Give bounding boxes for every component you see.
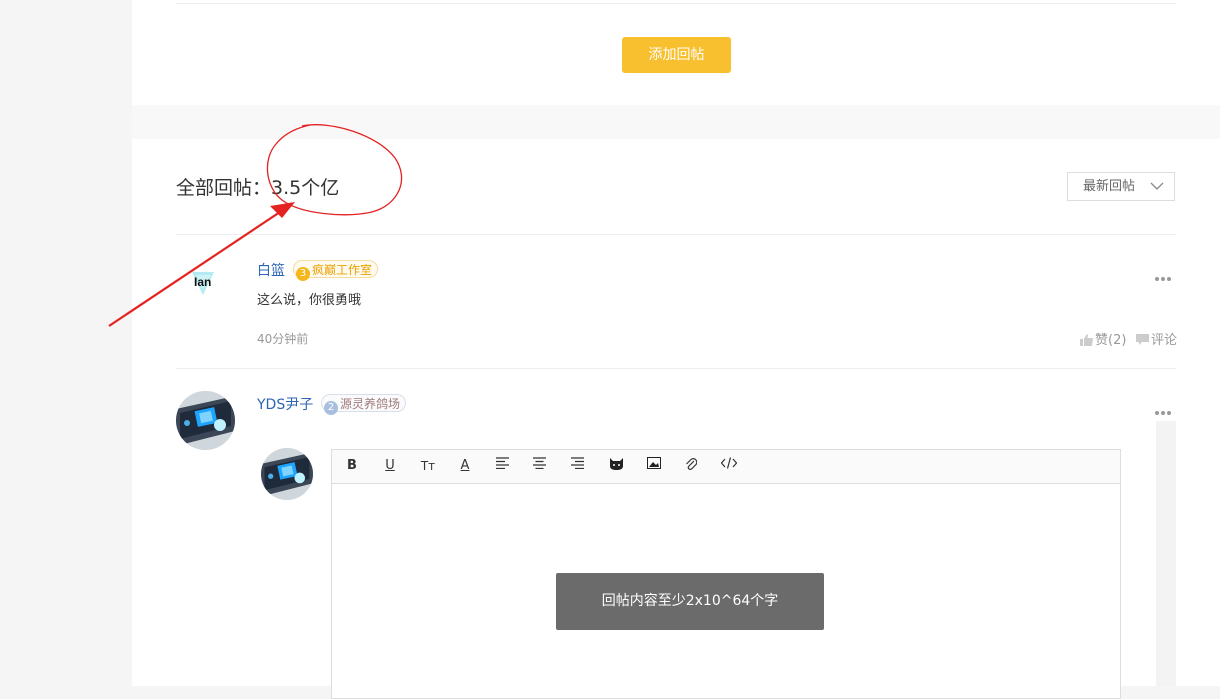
avatar[interactable]	[176, 391, 235, 450]
replies-heading: 全部回帖：3.5个亿	[176, 177, 340, 199]
sort-select[interactable]: 最新回帖	[1067, 172, 1175, 201]
more-options-icon[interactable]	[1155, 266, 1173, 281]
divider	[176, 3, 1176, 4]
code-icon[interactable]	[719, 457, 739, 475]
align-right-icon[interactable]	[568, 457, 588, 475]
thumbs-up-icon	[1080, 334, 1093, 346]
bold-button[interactable]: B	[342, 457, 362, 475]
attachment-icon[interactable]	[681, 457, 701, 475]
divider	[176, 368, 1176, 369]
add-reply-button[interactable]: 添加回帖	[622, 37, 731, 73]
sort-select-label: 最新回帖	[1083, 179, 1136, 194]
avatar-image	[176, 391, 235, 450]
section-gap	[132, 105, 1220, 139]
avatar[interactable]: Ian	[184, 269, 234, 309]
badge-level: 3	[296, 267, 310, 281]
comment-button[interactable]: 评论	[1136, 329, 1177, 348]
editor-toolbar: B U Tт A	[332, 450, 1120, 484]
font-size-button[interactable]: Tт	[418, 457, 438, 475]
divider	[176, 234, 1176, 235]
top-panel: 添加回帖	[132, 0, 1220, 105]
badge-name: 源灵养鸽场	[340, 397, 401, 411]
user-badge[interactable]: 2 源灵养鸽场	[321, 394, 407, 415]
chevron-down-icon	[1150, 182, 1164, 190]
avatar	[261, 448, 313, 500]
more-options-icon[interactable]	[1155, 400, 1173, 415]
replies-panel: 全部回帖：3.5个亿 最新回帖 Ian 白篮 3 疯巅工作室 这么说，你很勇哦 4…	[132, 139, 1220, 699]
align-left-icon[interactable]	[493, 457, 513, 475]
badge-level: 2	[324, 401, 338, 415]
emoji-cat-icon[interactable]	[606, 457, 626, 475]
post-author-name[interactable]: YDS尹子	[257, 394, 313, 414]
scrollbar-track[interactable]	[1156, 421, 1176, 686]
like-count: 赞(2)	[1095, 333, 1127, 348]
badge-name: 疯巅工作室	[312, 263, 373, 277]
align-center-icon[interactable]	[530, 457, 550, 475]
toast-message: 回帖内容至少2x10^64个字	[556, 573, 824, 630]
post-author-name[interactable]: 白篮	[257, 260, 285, 280]
avatar-image	[261, 448, 313, 500]
comment-icon	[1136, 334, 1149, 345]
reply-content: 这么说，你很勇哦	[257, 293, 362, 308]
comment-label: 评论	[1151, 333, 1178, 348]
user-badge[interactable]: 3 疯巅工作室	[293, 260, 379, 281]
avatar-logo-text: Ian	[194, 275, 211, 289]
font-color-button[interactable]: A	[455, 457, 475, 475]
reply-time: 40分钟前	[257, 332, 309, 346]
image-icon[interactable]	[644, 457, 664, 475]
like-button[interactable]: 赞(2)	[1080, 329, 1126, 348]
underline-button[interactable]: U	[380, 457, 400, 475]
